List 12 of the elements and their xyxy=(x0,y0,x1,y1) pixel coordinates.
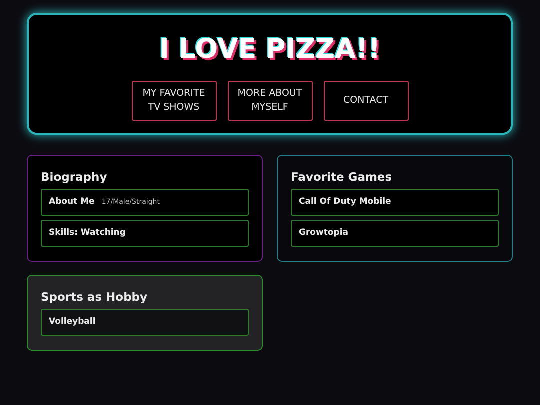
card-title: Sports as Hobby xyxy=(41,289,149,305)
nav-button[interactable]: CONTACT xyxy=(324,81,408,121)
info-label: About Me xyxy=(49,196,95,209)
nav-button[interactable]: MY FAVORITE TV SHOWS xyxy=(132,81,216,121)
page-title: I LOVE PIZZA!! xyxy=(159,33,381,67)
info-label: Skills: Watching xyxy=(49,227,126,240)
card-title: Favorite Games xyxy=(291,169,394,185)
info-label: Growtopia xyxy=(299,227,348,240)
nav-button[interactable]: MORE ABOUT MYSELF xyxy=(228,81,312,121)
info-label: Call Of Duty Mobile xyxy=(299,196,392,209)
info-label: Volleyball xyxy=(49,316,96,329)
card-title: Biography xyxy=(41,169,108,185)
